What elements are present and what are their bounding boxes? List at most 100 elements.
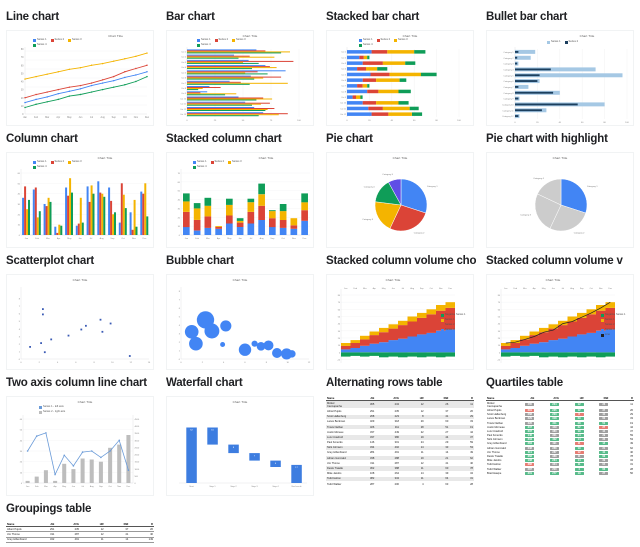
card-bubble-chart: Bubble chart Chart Title 012345678 02468…	[160, 248, 320, 370]
chart-title: Chart Title	[579, 34, 595, 38]
card-title-quartiles-table: Quartiles table	[486, 377, 563, 389]
waterfall-plot[interactable]: Chart Title 52 16 8 7 6 17 Start Step 1 Step 2S…	[166, 396, 314, 496]
legend-swatch-red	[214, 38, 218, 42]
svg-text:Aug: Aug	[410, 287, 415, 290]
legend[interactable]: Negative Series 1 Series 1 Series 2 Seri…	[601, 313, 631, 337]
legend-item: Series 3	[68, 160, 82, 164]
gallery-row-1: Line chart Chart Title Series 1 Series 2…	[0, 4, 640, 126]
svg-text:Jun: Jun	[72, 486, 76, 488]
svg-text:70: 70	[21, 56, 24, 59]
svg-text:Cat 9: Cat 9	[341, 96, 347, 99]
legend[interactable]: Series 1 - left axis Series 2 - right ax…	[39, 405, 99, 414]
svg-text:Cat 4: Cat 4	[341, 68, 347, 71]
svg-text:50: 50	[338, 316, 341, 318]
svg-text:40: 40	[21, 81, 24, 84]
quartile-chip: 291	[525, 408, 535, 412]
svg-text:May: May	[227, 238, 232, 240]
legend-swatch-green	[601, 313, 604, 317]
svg-text:Category 2: Category 2	[503, 57, 514, 60]
table-body: Mickel Cannapanha 365 234 12 26 11 Abriel Pujo…	[326, 400, 474, 488]
stacked-bar-chart-plot[interactable]: Chart Title Series 1 Series 2 Series 3 S…	[326, 30, 474, 126]
svg-text:60: 60	[20, 419, 23, 421]
card-scatterplot-chart: Scatterplot chart Chart Title 012345678 …	[0, 248, 160, 370]
stacked-column-volume-line-plot[interactable]: Chart Title Negative Series 1 Series 1 S…	[486, 274, 634, 370]
svg-text:20: 20	[20, 462, 23, 464]
stacked-column-chart-plot[interactable]: Chart Title Series 1 Series 2 Series 3 S…	[166, 152, 314, 248]
legend[interactable]: Series 1 Series 2 Series 3 Series 4	[359, 38, 415, 47]
bubble-chart-plot[interactable]: Chart Title 012345678 0 2 4 6 8 10 12	[166, 274, 314, 370]
svg-text:6: 6	[75, 362, 77, 364]
legend-item: Series 3	[394, 38, 408, 42]
svg-text:8: 8	[266, 362, 268, 364]
quartile-chip: 264	[549, 459, 559, 463]
svg-text:Cat 9: Cat 9	[181, 92, 187, 95]
table-cell: Grey Hillenbrand	[6, 537, 31, 543]
bar-chart-plot[interactable]: Chart Title Series 1 Series 2 Series 3 S…	[166, 30, 314, 126]
legend-swatch-red	[210, 160, 214, 164]
svg-text:0: 0	[135, 483, 137, 485]
pie-chart-highlight-plot[interactable]: Chart Title Category 1 Category 2 Category…	[486, 152, 634, 248]
column-chart-plot[interactable]: Chart Title Series 1 Series 2 Series 3 S…	[6, 152, 154, 248]
svg-text:Category 10: Category 10	[502, 103, 514, 106]
table-row[interactable]: Mickel Cannapanha 365 234 12 26 11	[486, 401, 634, 409]
table-cell: 491	[55, 537, 80, 543]
legend-label: Series 2	[445, 323, 455, 326]
stacked-column-volume-plot[interactable]: Chart Title Negative Series 1 Series 1 S…	[326, 274, 474, 370]
svg-text:30: 30	[338, 331, 341, 333]
table-cell: 287	[350, 481, 376, 488]
legend[interactable]: Series 1 Series 2	[547, 40, 607, 44]
legend[interactable]: Series 1 Series 2 Series 3 Series 4	[197, 38, 257, 47]
svg-text:Category 1: Category 1	[503, 51, 514, 54]
quartile-chip: 11	[574, 463, 584, 467]
legend-swatch-blue	[33, 160, 36, 164]
svg-text:Cat 3: Cat 3	[341, 62, 347, 65]
pie-chart-plot[interactable]: Chart Title Category 1 Category 2 Category…	[326, 152, 474, 248]
groupings-table: Name AB AVG HR RBI R Albert Pujols 291 235 12 37 2…	[6, 522, 154, 543]
svg-text:Oct: Oct	[121, 237, 125, 240]
legend-item: Series 3	[601, 328, 631, 332]
quartile-chip: 8	[574, 413, 584, 417]
quartile-chip: 22	[574, 425, 584, 429]
table-row[interactable]: Brad Hawpe 301 277 19 27 56	[486, 471, 634, 475]
svg-text:Feb: Feb	[34, 116, 39, 119]
gallery-row-5: Groupings table Name AB AVG HR RBI R Albert P…	[0, 496, 640, 543]
legend-swatch-orange	[441, 318, 444, 322]
table-row[interactable]: Mickel Cannapanha 365 234 12 26 11	[326, 400, 474, 410]
legend-swatch-green	[441, 313, 444, 317]
svg-text:1500: 1500	[135, 462, 140, 464]
scatterplot-plot[interactable]: Chart Title 012345678 0 2 4 6 8 10 12 14	[6, 274, 154, 370]
legend-label: Series 1	[37, 160, 47, 163]
legend-item: Series 3	[441, 328, 471, 332]
quartile-chip: 14	[574, 459, 584, 463]
quartile-chip: 326	[525, 421, 535, 425]
gallery-row-4: Two axis column line chart Chart Title S…	[0, 370, 640, 496]
card-bar-chart: Bar chart Chart Title Series 1 Series 2 …	[160, 4, 320, 126]
svg-text:4: 4	[179, 325, 181, 327]
card-title-two-axis-column-line-chart: Two axis column line chart	[6, 377, 147, 389]
legend[interactable]: Series 1 Series 2 Series 3 Series 4	[193, 160, 247, 169]
line-chart-plot[interactable]: Chart Title Series 1 Series 2 Series 3 S…	[6, 30, 154, 126]
table-cell: 149	[129, 537, 154, 543]
svg-text:80: 80	[21, 48, 24, 51]
bullet-bar-chart-plot[interactable]: Chart Title Series 1 Series 2 Category 1…	[486, 30, 634, 126]
svg-text:40: 40	[18, 194, 21, 196]
table-row[interactable]: Grey Hillenbrand 342 491 11 14 149	[6, 537, 154, 543]
legend-label: Series 1 - left axis	[43, 405, 64, 408]
svg-text:6: 6	[19, 314, 21, 316]
legend[interactable]: Series 1 Series 2 Series 3 Series 4	[33, 160, 89, 169]
legend[interactable]: Negative Series 1 Series 1 Series 2 Seri…	[441, 313, 471, 332]
bubble-chart-svg: 012345678 0 2 4 6 8 10 12	[179, 287, 311, 364]
legend-label: Series 3	[72, 38, 82, 41]
two-axis-plot[interactable]: Chart Title Series 1 - left axis Series …	[6, 396, 154, 496]
legend-swatch-red	[376, 38, 380, 42]
groupings-table-wrap[interactable]: Name AB AVG HR RBI R Albert Pujols 291 235 12 37 2…	[6, 522, 156, 543]
svg-text:5: 5	[19, 321, 21, 323]
svg-text:100: 100	[457, 120, 461, 122]
legend-item: Series 1 - left axis	[39, 405, 99, 409]
alternating-rows-table-wrap[interactable]: Name AB AVG HR RBI R Mickel Cannapanha 365 234 1…	[326, 396, 476, 488]
quartiles-table-wrap[interactable]: Name AB AVG HR RBI R Mickel Cannapanha 365 234 1…	[486, 396, 636, 475]
table-row[interactable]: Todd Walker 287 200 4 63 28	[326, 481, 474, 488]
svg-text:60: 60	[18, 173, 21, 175]
legend[interactable]: Series 1 Series 2 Series 3 Series 4	[33, 38, 95, 47]
svg-text:-10: -10	[337, 359, 341, 361]
